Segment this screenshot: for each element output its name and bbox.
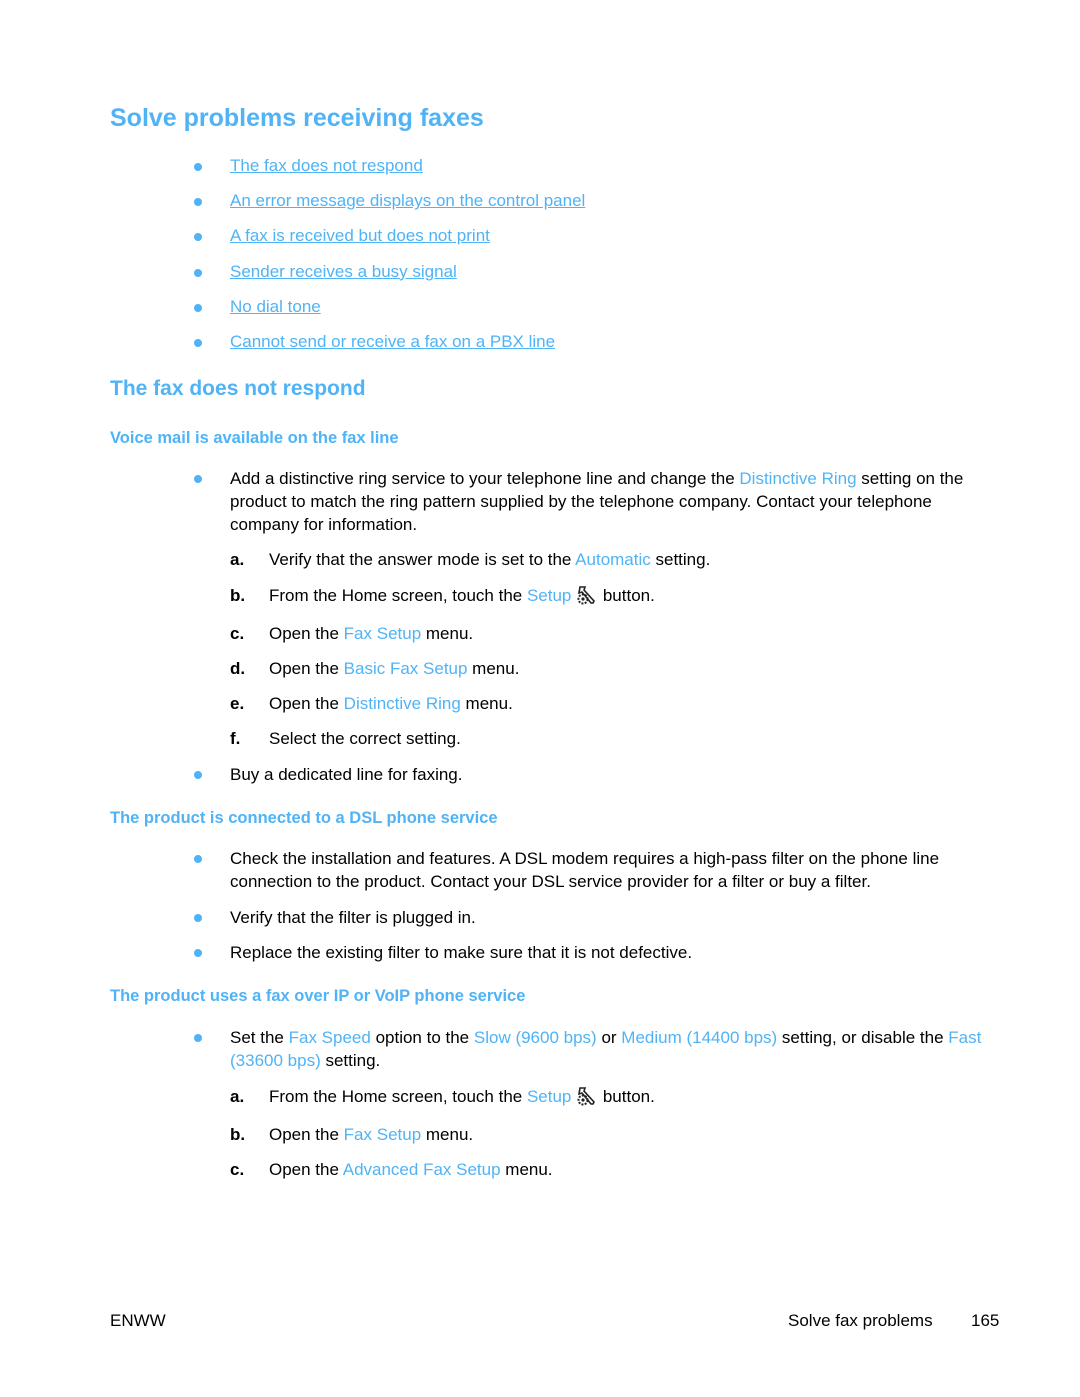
- text: button.: [598, 586, 655, 605]
- ui-term: Advanced Fax Setup: [342, 1160, 501, 1179]
- step-item: b. From the Home screen, touch the Setup …: [230, 584, 990, 607]
- ui-term: Fax Setup: [343, 624, 422, 643]
- bullet-icon: [194, 475, 202, 483]
- dsl-bullet: Verify that the filter is plugged in.: [190, 906, 990, 929]
- footer-left: ENWW: [110, 1311, 166, 1330]
- text: setting.: [320, 1051, 381, 1070]
- bullet-icon: [194, 268, 202, 277]
- toc-item: No dial tone: [190, 296, 585, 331]
- setup-wrench-gear-icon: [577, 1087, 596, 1106]
- subsection-heading-voicemail: Voice mail is available on the fax line: [110, 429, 399, 447]
- section-heading: The fax does not respond: [110, 377, 366, 400]
- bullet-icon: [194, 338, 202, 347]
- text: menu.: [500, 1160, 553, 1179]
- voicemail-bullet-1: Add a distinctive ring service to your t…: [190, 467, 990, 536]
- text: Replace the existing filter to make sure…: [230, 943, 693, 962]
- page-title: Solve problems receiving faxes: [110, 104, 484, 132]
- toc-link[interactable]: The fax does not respond: [230, 156, 423, 175]
- step-label: a.: [230, 550, 245, 569]
- text: Open the: [269, 624, 344, 643]
- page-number: 165: [971, 1311, 1000, 1330]
- step-item: e. Open the Distinctive Ring menu.: [230, 692, 990, 715]
- bullet-icon: [194, 949, 202, 957]
- ui-term: Slow (9600 bps): [473, 1028, 597, 1047]
- toc-link[interactable]: Sender receives a busy signal: [230, 262, 457, 281]
- step-label: b.: [230, 1125, 246, 1144]
- ui-term: Fax Setup: [343, 1125, 422, 1144]
- step-label: c.: [230, 624, 245, 643]
- text: setting, or disable the: [777, 1028, 949, 1047]
- toc-list: The fax does not respond An error messag…: [190, 155, 585, 366]
- ui-term: Setup: [526, 586, 572, 605]
- toc-link[interactable]: A fax is received but does not print: [230, 226, 490, 245]
- dsl-bullet: Check the installation and features. A D…: [190, 847, 990, 893]
- toc-link[interactable]: Cannot send or receive a fax on a PBX li…: [230, 332, 555, 351]
- text: Set the: [230, 1028, 289, 1047]
- text: Open the: [269, 1160, 343, 1179]
- step-label: d.: [230, 659, 246, 678]
- ui-term: Distinctive Ring: [739, 469, 857, 488]
- footer-section: Solve fax problems: [788, 1311, 933, 1330]
- text: Open the: [269, 694, 344, 713]
- step-item: a. From the Home screen, touch the Setup …: [230, 1085, 990, 1108]
- ui-term: Fax Speed: [288, 1028, 371, 1047]
- bullet-icon: [194, 233, 202, 242]
- setup-wrench-gear-icon: [577, 586, 596, 605]
- bullet-icon: [194, 163, 202, 171]
- step-label: c.: [230, 1160, 245, 1179]
- bullet-icon: [194, 914, 202, 922]
- text: From the Home screen, touch the: [269, 586, 527, 605]
- subsection-heading-dsl: The product is connected to a DSL phone …: [110, 809, 498, 827]
- step-item: d. Open the Basic Fax Setup menu.: [230, 657, 990, 680]
- step-item: c. Open the Advanced Fax Setup menu.: [230, 1158, 990, 1181]
- text: setting.: [650, 550, 711, 569]
- voip-bullet: Set the Fax Speed option to the Slow (96…: [190, 1026, 990, 1072]
- text: From the Home screen, touch the: [269, 1087, 527, 1106]
- step-item: b. Open the Fax Setup menu.: [230, 1123, 990, 1146]
- toc-item: The fax does not respond: [190, 155, 585, 190]
- bullet-icon: [194, 198, 202, 207]
- step-label: a.: [230, 1087, 245, 1106]
- ui-term: Medium (14400 bps): [621, 1028, 778, 1047]
- ui-term: Distinctive Ring: [343, 694, 461, 713]
- step-item: c. Open the Fax Setup menu.: [230, 622, 990, 645]
- text: Verify that the answer mode is set to th…: [269, 550, 576, 569]
- ui-term: Basic Fax Setup: [343, 659, 468, 678]
- subsection-heading-voip: The product uses a fax over IP or VoIP p…: [110, 987, 526, 1005]
- text: option to the: [370, 1028, 474, 1047]
- text: Open the: [269, 1125, 344, 1144]
- text: menu.: [467, 659, 520, 678]
- toc-item: An error message displays on the control…: [190, 190, 585, 225]
- text: Select the correct setting.: [269, 729, 461, 748]
- toc-link[interactable]: An error message displays on the control…: [230, 191, 585, 210]
- ui-term: Automatic: [575, 550, 651, 569]
- text: Add a distinctive ring service to your t…: [230, 469, 740, 488]
- text: Open the: [269, 659, 344, 678]
- text: menu.: [460, 694, 513, 713]
- bullet-icon: [194, 303, 202, 312]
- step-item: a. Verify that the answer mode is set to …: [230, 548, 990, 571]
- dsl-bullet: Replace the existing filter to make sure…: [190, 941, 990, 964]
- bullet-icon: [194, 771, 202, 779]
- bullet-icon: [194, 1034, 202, 1042]
- text: menu.: [421, 1125, 474, 1144]
- ui-term: Setup: [526, 1087, 572, 1106]
- step-label: b.: [230, 586, 246, 605]
- toc-item: Sender receives a busy signal: [190, 261, 585, 296]
- toc-link[interactable]: No dial tone: [230, 297, 321, 316]
- text: menu.: [421, 624, 474, 643]
- text: button.: [598, 1087, 655, 1106]
- step-label: f.: [230, 729, 241, 748]
- bullet-icon: [194, 855, 202, 863]
- step-item: f. Select the correct setting.: [230, 727, 990, 750]
- text: Buy a dedicated line for faxing.: [230, 765, 463, 784]
- text: Verify that the filter is plugged in.: [230, 908, 476, 927]
- voicemail-bullet-2: Buy a dedicated line for faxing.: [190, 763, 990, 786]
- step-label: e.: [230, 694, 245, 713]
- toc-item: Cannot send or receive a fax on a PBX li…: [190, 331, 585, 366]
- text: or: [596, 1028, 622, 1047]
- text: Check the installation and features. A D…: [230, 849, 940, 891]
- toc-item: A fax is received but does not print: [190, 225, 585, 260]
